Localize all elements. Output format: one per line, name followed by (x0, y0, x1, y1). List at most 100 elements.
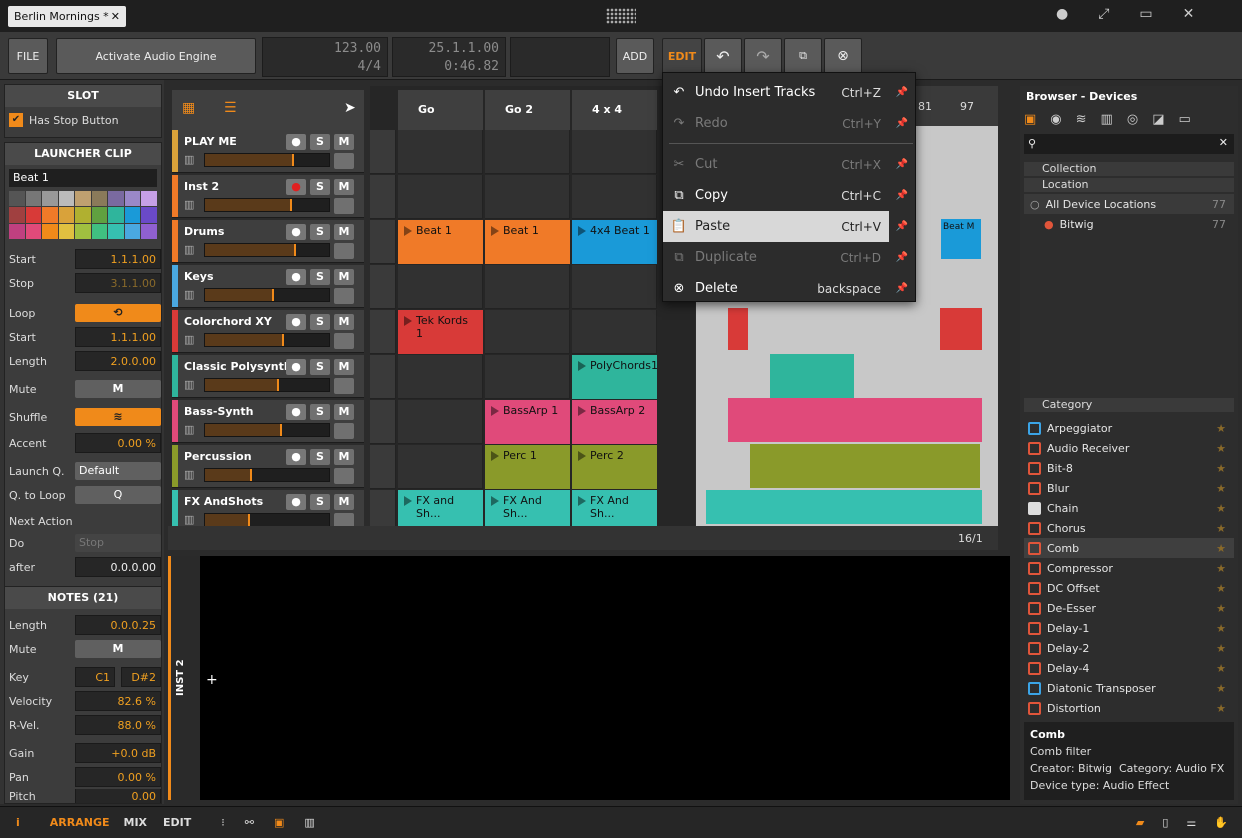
location-all[interactable]: ○ All Device Locations 77 (1024, 194, 1234, 214)
solo-button[interactable]: S (310, 494, 330, 510)
clip[interactable]: Perc 1 (485, 445, 570, 489)
pointer-tool-icon[interactable]: ➤ (344, 100, 356, 116)
menu-item[interactable]: 📋 Paste Ctrl+V (663, 211, 889, 242)
palette-swatch[interactable] (75, 207, 91, 223)
stop-button[interactable] (370, 175, 396, 219)
arrange-tab[interactable]: ARRANGE (50, 816, 110, 829)
clip-slot[interactable] (398, 445, 483, 489)
add-icon[interactable]: + (206, 672, 218, 688)
display-tab-icon[interactable]: ▭ (1178, 112, 1190, 127)
note-length-value[interactable]: 0.0.0.25 (75, 615, 161, 635)
clip-slot[interactable] (485, 130, 570, 174)
palette-swatch[interactable] (108, 207, 124, 223)
clear-search-icon[interactable]: ✕ (1219, 136, 1228, 149)
collection-section[interactable]: Collection (1024, 162, 1234, 176)
mute-button[interactable]: M (334, 224, 354, 240)
star-icon[interactable]: ★ (1216, 582, 1226, 595)
clip[interactable]: PolyChords1 (572, 355, 658, 399)
volume-fader[interactable] (204, 333, 330, 347)
length-value[interactable]: 2.0.0.00 (75, 351, 161, 371)
track-header[interactable]: Percussion ● S M ▥ (172, 445, 364, 488)
pan-value[interactable]: 0.00 % (75, 767, 161, 787)
do-select[interactable]: Stop (75, 534, 161, 552)
record-arm-icon[interactable]: ● (286, 359, 306, 375)
category-item[interactable]: Distortion ★ (1024, 698, 1234, 718)
mute-button[interactable]: M (75, 380, 161, 398)
pin-icon[interactable]: 📌 (893, 77, 911, 108)
arranger-clip[interactable] (770, 354, 854, 398)
mute-button[interactable]: M (334, 494, 354, 510)
solo-button[interactable]: S (310, 179, 330, 195)
zoom-value[interactable]: 16/1 (958, 532, 983, 545)
category-item[interactable]: Comb ★ (1024, 538, 1234, 558)
volume-fader[interactable] (204, 288, 330, 302)
star-icon[interactable]: ★ (1216, 542, 1226, 555)
pin-icon[interactable]: 📌 (893, 242, 911, 273)
r-vel-value[interactable]: 88.0 % (75, 715, 161, 735)
track-menu-icon[interactable] (334, 333, 354, 349)
palette-swatch[interactable] (58, 223, 75, 239)
browser-search-input[interactable]: ⚲ ✕ (1024, 134, 1234, 154)
clip[interactable]: BassArp 1 (485, 400, 570, 444)
automation-icon[interactable]: ⚯ (245, 816, 254, 829)
palette-swatch[interactable] (58, 207, 75, 223)
star-icon[interactable]: ★ (1216, 462, 1226, 475)
palette-swatch[interactable] (141, 207, 157, 223)
category-item[interactable]: Delay-2 ★ (1024, 638, 1234, 658)
activate-audio-engine-button[interactable]: Activate Audio Engine (56, 38, 256, 74)
clip-slot[interactable] (572, 130, 657, 174)
key-from-value[interactable]: C1 (75, 667, 115, 687)
palette-swatch[interactable] (108, 191, 124, 207)
arranger-clip[interactable] (728, 308, 748, 350)
record-arm-icon[interactable]: ● (286, 269, 306, 285)
category-item[interactable]: Chain ★ (1024, 498, 1234, 518)
mixer-icon[interactable]: ⚌ (1186, 816, 1196, 829)
mute-button[interactable]: M (334, 269, 354, 285)
mute-button[interactable]: M (334, 134, 354, 150)
star-icon[interactable]: ★ (1216, 682, 1226, 695)
layout-icon[interactable]: ⁝ (221, 816, 225, 829)
pin-icon[interactable]: 📌 (893, 108, 911, 139)
folder-icon[interactable]: ▰ (1136, 816, 1144, 829)
solo-button[interactable]: S (310, 269, 330, 285)
palette-swatch[interactable] (25, 207, 42, 223)
stop-button[interactable] (370, 400, 396, 444)
star-icon[interactable]: ★ (1216, 422, 1226, 435)
palette-swatch[interactable] (9, 223, 25, 239)
pin-icon[interactable]: 📌 (893, 180, 911, 211)
clip-slot[interactable] (398, 175, 483, 219)
menu-item[interactable]: ✂ Cut Ctrl+X (663, 149, 889, 180)
signature-value[interactable]: 4/4 (358, 59, 381, 74)
palette-swatch[interactable] (42, 207, 58, 223)
arranger-clip[interactable]: Beat M (941, 219, 981, 259)
mute-button[interactable]: M (334, 359, 354, 375)
edit-button[interactable]: EDIT (662, 38, 702, 74)
columns-icon[interactable]: ▥ (304, 816, 314, 829)
add-button[interactable]: ADD (616, 38, 654, 74)
category-item[interactable]: Blur ★ (1024, 478, 1234, 498)
tempo-value[interactable]: 123.00 (334, 41, 381, 56)
folder-tab-icon[interactable]: ◪ (1152, 112, 1164, 127)
track-menu-icon[interactable] (334, 153, 354, 169)
volume-fader[interactable] (204, 198, 330, 212)
track-header[interactable]: Inst 2 ● S M ▥ (172, 175, 364, 218)
clip-slot[interactable] (398, 400, 483, 444)
star-icon[interactable]: ★ (1216, 442, 1226, 455)
record-arm-icon[interactable]: ● (286, 314, 306, 330)
close-window-icon[interactable]: ✕ (1183, 6, 1195, 22)
solo-button[interactable]: S (310, 314, 330, 330)
category-item[interactable]: Compressor ★ (1024, 558, 1234, 578)
instruments-tab-icon[interactable]: ▥ (1101, 112, 1113, 127)
arranger-clip[interactable] (728, 398, 982, 442)
solo-button[interactable]: S (310, 359, 330, 375)
velocity-value[interactable]: 82.6 % (75, 691, 161, 711)
record-arm-icon[interactable]: ● (286, 494, 306, 510)
arranger-clip[interactable] (706, 490, 982, 524)
star-icon[interactable]: ★ (1216, 502, 1226, 515)
clip[interactable]: Tek Kords 1 (398, 310, 483, 354)
volume-fader[interactable] (204, 153, 330, 167)
palette-swatch[interactable] (91, 207, 108, 223)
position-display[interactable]: 25.1.1.00 0:46.82 (392, 37, 506, 77)
undo-icon[interactable]: ↶ (704, 38, 742, 74)
clip[interactable]: 4x4 Beat 1 (572, 220, 657, 264)
